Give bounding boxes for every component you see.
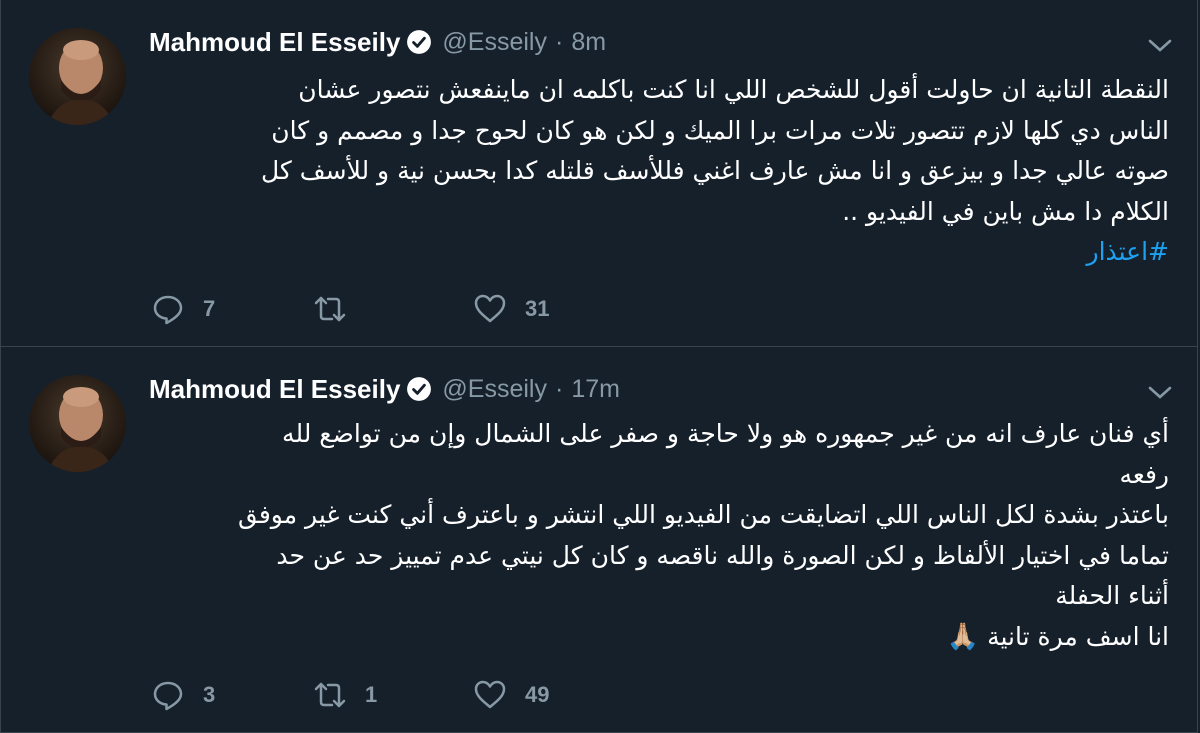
tweet-text-line: الكلام دا مش باين في الفيديو ..	[842, 196, 1169, 226]
tweet-text-line: صوته عالي جدا و بيزعق و انا مش عارف اغني…	[260, 156, 1169, 185]
tweet-text-line: الناس دي كلها لازم تتصور تلات مرات برا ا…	[271, 115, 1169, 145]
avatar[interactable]	[29, 28, 126, 125]
praying-hands-emoji: 🙏🏼	[946, 621, 980, 652]
author-handle[interactable]: @Esseily	[442, 28, 547, 57]
tweet-text: النقطة التانية ان حاولت أقول للشخص اللي …	[149, 70, 1169, 273]
avatar-photo	[29, 28, 126, 125]
tweet-header: Mahmoud El Esseily @Esseily · 17m	[149, 373, 620, 405]
reply-button[interactable]: 3	[151, 679, 313, 711]
author-name[interactable]: Mahmoud El Esseily	[149, 27, 400, 58]
tweet-text-line: تماما في اختيار الألفاظ و لكن الصورة وال…	[276, 540, 1169, 570]
chevron-down-icon[interactable]	[1147, 385, 1173, 401]
tweet[interactable]: Mahmoud El Esseily @Esseily · 8m النقطة …	[0, 0, 1198, 347]
retweet-button[interactable]	[313, 293, 473, 325]
reply-button[interactable]: 7	[151, 293, 313, 325]
reply-icon	[153, 295, 183, 325]
tweet-text-line: أثناء الحفلة	[1055, 581, 1169, 610]
tweet-actions: 3 1 49	[151, 679, 549, 711]
separator-dot: ·	[554, 27, 564, 56]
like-button[interactable]: 49	[473, 679, 549, 711]
verified-badge-icon	[407, 377, 432, 401]
tweet-text-line: أي فنان عارف انه من غير جمهوره هو ولا حا…	[282, 419, 1169, 448]
avatar-photo	[29, 375, 126, 472]
tweet-text-line: رفعه	[1119, 459, 1170, 489]
author-name[interactable]: Mahmoud El Esseily	[149, 374, 400, 405]
heart-icon	[474, 294, 506, 323]
verified-badge-icon	[407, 30, 432, 54]
retweet-icon	[314, 296, 346, 322]
tweet-text-line: باعتذر بشدة لكل الناس اللي اتضايقت من ال…	[237, 500, 1169, 529]
tweet-text: أي فنان عارف انه من غير جمهوره هو ولا حا…	[149, 414, 1169, 657]
timestamp[interactable]: 17m	[571, 375, 620, 404]
tweet-text-line: النقطة التانية ان حاولت أقول للشخص اللي …	[298, 75, 1169, 104]
tweet[interactable]: Mahmoud El Esseily @Esseily · 17m أي فنا…	[0, 346, 1198, 733]
avatar[interactable]	[29, 375, 126, 472]
retweet-icon	[314, 682, 346, 708]
heart-icon	[474, 680, 506, 709]
retweet-count: 1	[365, 682, 378, 707]
reply-icon	[153, 681, 183, 711]
tweet-header: Mahmoud El Esseily @Esseily · 8m	[149, 26, 606, 58]
author-handle[interactable]: @Esseily	[442, 375, 547, 404]
timestamp[interactable]: 8m	[571, 28, 606, 57]
like-count: 49	[525, 682, 550, 707]
retweet-button[interactable]: 1	[313, 679, 473, 711]
tweet-actions: 7 31	[151, 293, 549, 325]
tweet-text-line: انا اسف مرة تانية 🙏🏼	[149, 617, 1169, 658]
reply-count: 3	[203, 682, 216, 707]
tweet-text-last-line: انا اسف مرة تانية	[987, 621, 1169, 651]
like-button[interactable]: 31	[473, 293, 549, 325]
hashtag-link[interactable]: #اعتذار	[149, 232, 1170, 273]
like-count: 31	[525, 296, 550, 321]
chevron-down-icon[interactable]	[1147, 38, 1173, 54]
separator-dot: ·	[554, 374, 564, 403]
reply-count: 7	[203, 296, 216, 321]
